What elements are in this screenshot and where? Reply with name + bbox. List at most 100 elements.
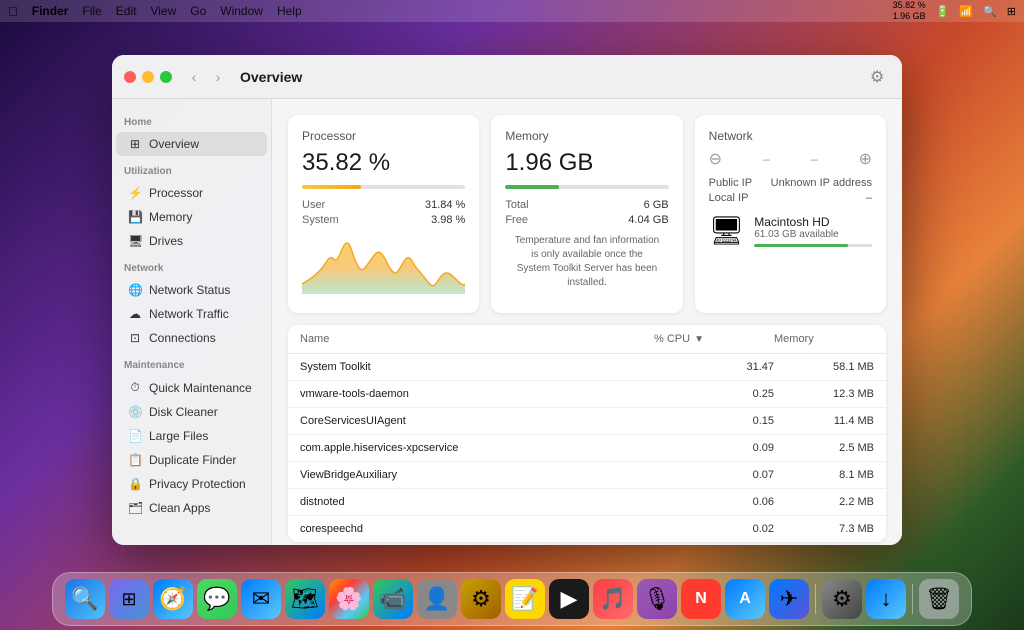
sidebar-item-connections[interactable]: ⊡ Connections [116, 326, 267, 350]
traffic-lights [124, 71, 172, 83]
sidebar-item-large-files[interactable]: 📄 Large Files [116, 424, 267, 448]
settings-icon[interactable]: ⚙ [870, 67, 890, 87]
forward-button[interactable]: › [208, 67, 228, 87]
process-cpu: 0.02 [654, 523, 774, 535]
title-bar: ‹ › Overview ⚙ [112, 55, 902, 99]
minimize-button[interactable] [142, 71, 154, 83]
dock-item-safari[interactable]: 🧭 [153, 579, 193, 619]
apple-menu[interactable]:  [8, 4, 18, 19]
menubar-left:  Finder File Edit View Go Window Help [8, 4, 302, 19]
public-ip-value: Unknown IP address [771, 177, 872, 189]
memory-total-label: Total [505, 199, 528, 211]
sidebar-item-disk-cleaner[interactable]: 💿 Disk Cleaner [116, 400, 267, 424]
memory-card: Memory 1.96 GB Total 6 GB Free 4.04 GB [491, 115, 682, 313]
sidebar-item-duplicate-finder[interactable]: 📋 Duplicate Finder [116, 448, 267, 472]
dock-item-maps[interactable]: 🗺 [285, 579, 325, 619]
processor-details: User 31.84 % System 3.98 % [302, 199, 465, 226]
sidebar-item-drives[interactable]: 🖥 Drives [116, 229, 267, 253]
dock-item-music[interactable]: 🎵 [593, 579, 633, 619]
sidebar-item-clean-apps[interactable]: 🗂 Clean Apps [116, 496, 267, 520]
menubar-view[interactable]: View [150, 4, 176, 18]
sidebar-item-memory[interactable]: 💾 Memory [116, 205, 267, 229]
sidebar-item-privacy-protection[interactable]: 🔒 Privacy Protection [116, 472, 267, 496]
hd-card: 🖥 Macintosh HD 61.03 GB available [709, 214, 872, 247]
control-center-icon[interactable]: ⊞ [1007, 5, 1016, 18]
dock-item-notes[interactable]: 📝 [505, 579, 545, 619]
menubar-window[interactable]: Window [220, 4, 263, 18]
process-name: CoreServicesUIAgent [300, 415, 654, 427]
table-row[interactable]: vmware-tools-daemon 0.25 12.3 MB [288, 381, 886, 408]
process-memory: 12.3 MB [774, 388, 874, 400]
sidebar-item-overview-label: Overview [149, 137, 199, 151]
hd-available: 61.03 GB available [754, 229, 872, 240]
menubar-file[interactable]: File [82, 4, 101, 18]
dock-item-messages[interactable]: 💬 [197, 579, 237, 619]
menubar-edit[interactable]: Edit [116, 4, 137, 18]
sidebar-item-network-traffic[interactable]: ☁ Network Traffic [116, 302, 267, 326]
process-name: com.apple.hiservices-xpcservice [300, 442, 654, 454]
dock-item-launchpad[interactable]: ⊞ [109, 579, 149, 619]
sidebar-section-home: Home [112, 107, 271, 132]
sidebar-item-duplicate-finder-label: Duplicate Finder [149, 453, 236, 467]
dock-item-syspreferences[interactable]: ⚙ [822, 579, 862, 619]
search-menubar-icon[interactable]: 🔍 [983, 5, 997, 18]
menubar-right: 35.82 % 1.96 GB 🔋 📶 🔍 ⊞ [893, 0, 1016, 22]
col-cpu-header[interactable]: % CPU ▼ [654, 333, 774, 345]
table-row[interactable]: System Toolkit 31.47 58.1 MB [288, 354, 886, 381]
dock-separator-2 [912, 584, 913, 614]
col-memory-header: Memory [774, 333, 874, 345]
network-traffic-icon: ☁ [128, 307, 142, 321]
sidebar-item-quick-maintenance[interactable]: ⏱ Quick Maintenance [116, 375, 267, 400]
menubar-go[interactable]: Go [190, 4, 206, 18]
dock-item-news[interactable]: N [681, 579, 721, 619]
large-files-icon: 📄 [128, 429, 142, 443]
sidebar-item-overview[interactable]: ⊞ Overview [116, 132, 267, 156]
network-upload-value: – [763, 152, 770, 166]
table-row[interactable]: com.apple.hiservices-xpcservice 0.09 2.5… [288, 435, 886, 462]
dock-item-appletv[interactable]: ▶ [549, 579, 589, 619]
dock-item-finder[interactable]: 🔍 [65, 579, 105, 619]
processor-icon: ⚡ [128, 186, 142, 200]
menubar-help[interactable]: Help [277, 4, 302, 18]
col-name-header: Name [300, 333, 654, 345]
duplicate-finder-icon: 📋 [128, 453, 142, 467]
sidebar-item-processor[interactable]: ⚡ Processor [116, 181, 267, 205]
dock-item-mail[interactable]: ✉ [241, 579, 281, 619]
memory-total-value: 6 GB [644, 199, 669, 211]
local-ip-label: Local IP [709, 192, 749, 204]
table-row[interactable]: ViewBridgeAuxiliary 0.07 8.1 MB [288, 462, 886, 489]
local-ip-row: Local IP – [709, 192, 872, 204]
table-row[interactable]: corespeechd 0.02 7.3 MB [288, 516, 886, 542]
table-row[interactable]: CoreServicesUIAgent 0.15 11.4 MB [288, 408, 886, 435]
maximize-button[interactable] [160, 71, 172, 83]
process-cpu: 0.09 [654, 442, 774, 454]
processor-card: Processor 35.82 % User 31.84 % System 3.… [288, 115, 479, 313]
process-rows: System Toolkit 31.47 58.1 MB vmware-tool… [288, 354, 886, 542]
menubar:  Finder File Edit View Go Window Help 3… [0, 0, 1024, 22]
close-button[interactable] [124, 71, 136, 83]
connections-icon: ⊡ [128, 331, 142, 345]
sidebar-item-network-status[interactable]: 🌐 Network Status [116, 278, 267, 302]
dock-item-photos[interactable]: 🌸 [329, 579, 369, 619]
hd-icon: 🖥 [709, 214, 745, 247]
memory-free-value: 4.04 GB [628, 214, 668, 226]
app-window: ‹ › Overview ⚙ Home ⊞ Overview Utilizati… [112, 55, 902, 545]
dock-item-podcasts[interactable]: 🎙 [637, 579, 677, 619]
dock-item-testflight[interactable]: ✈ [769, 579, 809, 619]
dock-item-appstore[interactable]: A [725, 579, 765, 619]
process-memory: 58.1 MB [774, 361, 874, 373]
processor-progress-bar [302, 185, 465, 189]
processor-user-label: User [302, 199, 325, 211]
back-button[interactable]: ‹ [184, 67, 204, 87]
dock-item-trash[interactable]: 🗑 [919, 579, 959, 619]
process-memory: 2.5 MB [774, 442, 874, 454]
sidebar-item-drives-label: Drives [149, 234, 183, 248]
dock-item-contacts[interactable]: 👤 [417, 579, 457, 619]
menubar-app-name[interactable]: Finder [32, 4, 69, 18]
network-card-title: Network [709, 129, 872, 143]
dock-item-facetime[interactable]: 📹 [373, 579, 413, 619]
table-row[interactable]: distnoted 0.06 2.2 MB [288, 489, 886, 516]
dock-item-workflow[interactable]: ⚙ [461, 579, 501, 619]
dock: 🔍 ⊞ 🧭 💬 ✉ 🗺 🌸 📹 👤 ⚙ 📝 ▶ 🎵 🎙 N A ✈ ⚙ ↓ 🗑 [52, 572, 972, 626]
dock-item-download[interactable]: ↓ [866, 579, 906, 619]
